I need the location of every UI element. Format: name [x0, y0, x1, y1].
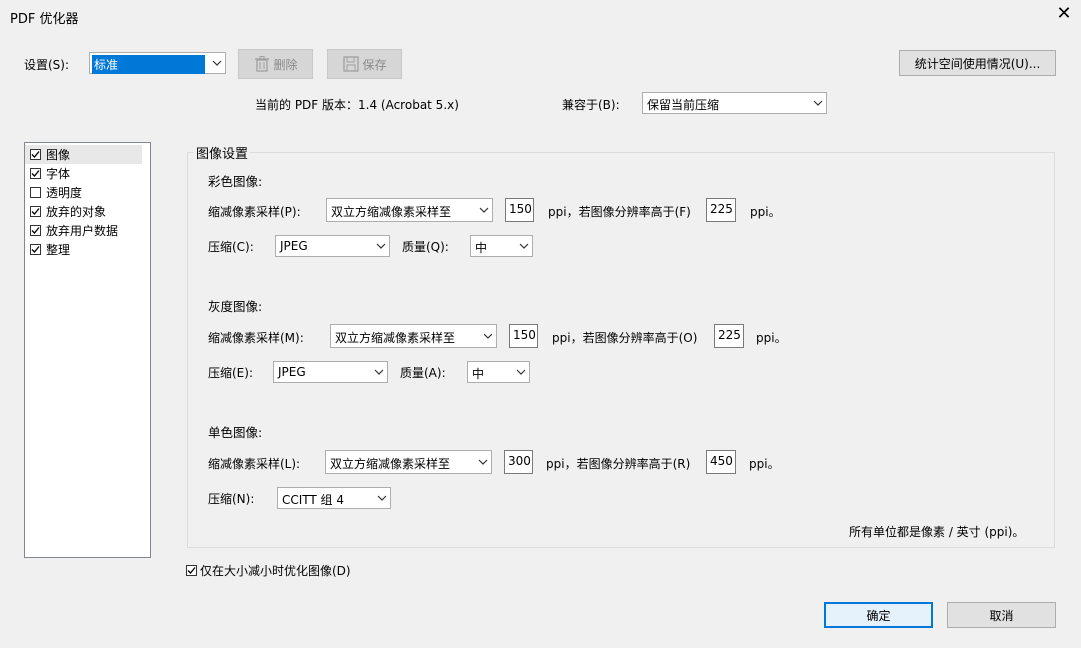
gray-quality-value: 中: [472, 367, 485, 381]
chevron-down-icon: [370, 362, 387, 382]
chevron-down-icon: [373, 488, 390, 508]
checkbox-icon[interactable]: [30, 149, 41, 160]
color-compression-value: JPEG: [280, 239, 308, 253]
optimize-only-if-smaller-option[interactable]: 仅在大小减小时优化图像(D): [186, 562, 351, 579]
compatibility-select[interactable]: 保留当前压缩: [642, 92, 827, 114]
gray-ppi-field[interactable]: 150: [509, 324, 538, 348]
color-downsample-label: 缩减像素采样(P):: [208, 205, 301, 219]
save-button[interactable]: 保存: [327, 49, 402, 79]
checkbox-icon[interactable]: [30, 187, 41, 198]
chevron-down-icon: [208, 53, 225, 73]
window-title: PDF 优化器: [10, 12, 79, 27]
category-label: 放弃的对象: [46, 205, 107, 219]
color-downsample-value: 双立方缩减像素采样至: [331, 205, 452, 219]
optimize-only-if-smaller-label: 仅在大小减小时优化图像(D): [200, 564, 351, 578]
chevron-down-icon: [479, 325, 496, 347]
gray-downsample-value: 双立方缩减像素采样至: [335, 331, 456, 345]
settings-select-value: 标准: [92, 55, 205, 74]
units-note: 所有单位都是像素 / 英寸 (ppi)。: [849, 525, 1025, 539]
chevron-down-icon: [809, 93, 826, 113]
category-list: 图像 字体 透明度 放弃的对象 放弃用户数据 整理: [24, 142, 151, 558]
cancel-button[interactable]: 取消: [947, 602, 1056, 628]
category-item-fonts[interactable]: 字体: [25, 164, 150, 183]
chevron-down-icon: [512, 362, 529, 382]
category-item-images[interactable]: 图像: [25, 145, 142, 164]
category-item-discard-objects[interactable]: 放弃的对象: [25, 202, 150, 221]
ok-button[interactable]: 确定: [824, 602, 933, 628]
trash-icon: [253, 55, 271, 73]
compatibility-label: 兼容于(B):: [562, 98, 620, 112]
gray-above-field[interactable]: 225: [714, 324, 744, 348]
mono-compression-select[interactable]: CCITT 组 4: [277, 487, 391, 509]
mono-images-title: 单色图像:: [208, 425, 263, 440]
color-downsample-select[interactable]: 双立方缩减像素采样至: [326, 198, 493, 222]
chevron-down-icon: [372, 236, 389, 256]
category-label: 放弃用户数据: [46, 224, 119, 238]
checkbox-icon[interactable]: [30, 244, 41, 255]
mono-downsample-label: 缩减像素采样(L):: [208, 457, 301, 471]
chevron-down-icon: [475, 199, 492, 221]
chevron-down-icon: [474, 451, 491, 473]
mono-compression-label: 压缩(N):: [208, 492, 255, 506]
gray-images-title: 灰度图像:: [208, 299, 263, 314]
gray-quality-select[interactable]: 中: [467, 361, 530, 383]
mono-ppi-suffix: ppi，若图像分辨率高于(R): [546, 457, 691, 471]
category-item-clean-up[interactable]: 整理: [25, 240, 150, 259]
delete-button[interactable]: 删除: [238, 49, 313, 79]
mono-above-suffix: ppi。: [749, 457, 780, 471]
gray-downsample-label: 缩减像素采样(M):: [208, 331, 304, 345]
gray-downsample-select[interactable]: 双立方缩减像素采样至: [330, 324, 497, 348]
checkbox-icon[interactable]: [186, 565, 197, 576]
image-settings-legend: 图像设置: [194, 143, 251, 162]
color-above-suffix: ppi。: [750, 205, 781, 219]
chevron-down-icon: [515, 236, 532, 256]
mono-compression-value: CCITT 组 4: [282, 493, 345, 507]
color-above-field[interactable]: 225: [706, 198, 736, 222]
category-label: 整理: [46, 243, 71, 257]
color-compression-label: 压缩(C):: [208, 240, 254, 254]
cancel-button-label: 取消: [989, 608, 1014, 623]
mono-downsample-value: 双立方缩减像素采样至: [330, 457, 451, 471]
save-button-label: 保存: [362, 57, 387, 72]
gray-ppi-suffix: ppi，若图像分辨率高于(O): [552, 331, 698, 345]
color-images-title: 彩色图像:: [208, 174, 263, 189]
category-item-discard-user-data[interactable]: 放弃用户数据: [25, 221, 150, 240]
floppy-disk-icon: [342, 55, 360, 73]
color-ppi-suffix: ppi，若图像分辨率高于(F): [548, 205, 691, 219]
mono-downsample-select[interactable]: 双立方缩减像素采样至: [325, 450, 492, 474]
delete-button-label: 删除: [273, 57, 298, 72]
mono-above-field[interactable]: 450: [706, 450, 736, 474]
color-compression-select[interactable]: JPEG: [275, 235, 390, 257]
gray-compression-label: 压缩(E):: [208, 366, 253, 380]
pdf-version-text: 当前的 PDF 版本：1.4 (Acrobat 5.x): [255, 98, 459, 112]
ok-button-label: 确定: [866, 608, 891, 623]
color-quality-select[interactable]: 中: [470, 235, 533, 257]
checkbox-icon[interactable]: [30, 225, 41, 236]
category-item-transparency[interactable]: 透明度: [25, 183, 150, 202]
checkbox-icon[interactable]: [30, 206, 41, 217]
settings-select[interactable]: 标准: [89, 52, 226, 74]
category-label: 字体: [46, 167, 71, 181]
compatibility-select-value: 保留当前压缩: [647, 98, 720, 112]
close-icon[interactable]: ✕: [1054, 2, 1074, 26]
gray-quality-label: 质量(A):: [400, 366, 446, 380]
mono-ppi-field[interactable]: 300: [504, 450, 533, 474]
category-label: 透明度: [46, 186, 83, 200]
category-label: 图像: [46, 148, 71, 162]
gray-compression-value: JPEG: [278, 365, 306, 379]
color-quality-value: 中: [475, 241, 488, 255]
checkbox-icon[interactable]: [30, 168, 41, 179]
gray-above-suffix: ppi。: [756, 331, 787, 345]
audit-space-usage-label: 统计空间使用情况(U)...: [914, 56, 1041, 71]
audit-space-usage-button[interactable]: 统计空间使用情况(U)...: [899, 50, 1056, 76]
settings-label: 设置(S):: [24, 58, 70, 72]
color-quality-label: 质量(Q):: [402, 240, 449, 254]
gray-compression-select[interactable]: JPEG: [273, 361, 388, 383]
color-ppi-field[interactable]: 150: [505, 198, 534, 222]
